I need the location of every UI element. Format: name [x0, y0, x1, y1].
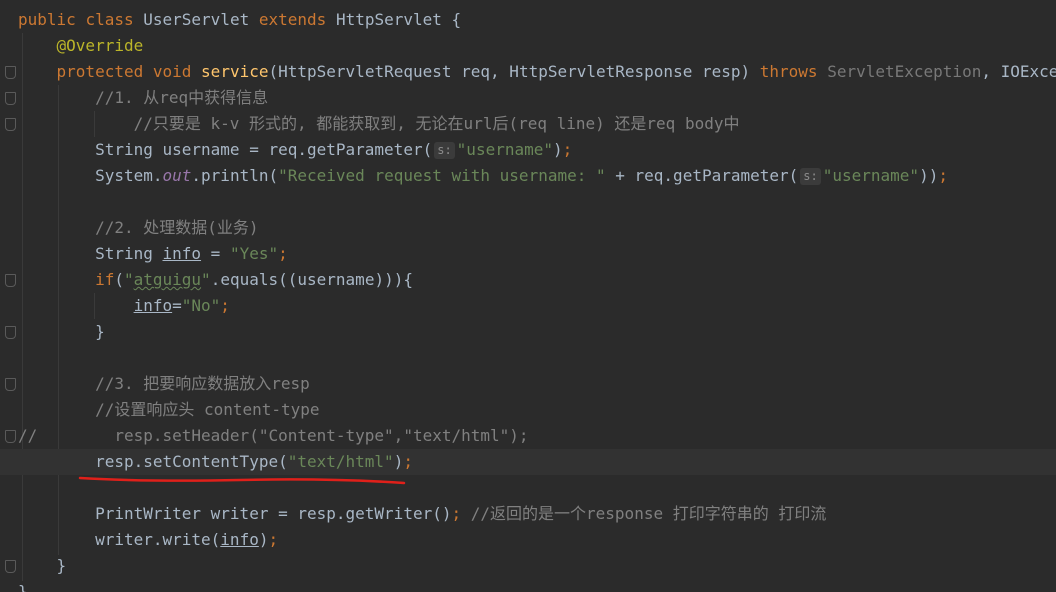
code-line[interactable]: PrintWriter writer = resp.getWriter(); /… [0, 501, 1056, 527]
code-editor[interactable]: public class UserServlet extends HttpSer… [0, 0, 1056, 592]
code-text: writer.write( [95, 530, 221, 549]
code-line[interactable]: } [0, 579, 1056, 592]
code-text: PrintWriter writer = resp.getWriter() [95, 504, 452, 523]
code-line[interactable]: writer.write(info); [0, 527, 1056, 553]
brace: } [18, 582, 28, 592]
semicolon: ; [268, 530, 279, 549]
code-line[interactable]: } [0, 553, 1056, 579]
fold-marker-icon[interactable] [5, 560, 16, 573]
brace: } [56, 556, 67, 575]
semicolon: ; [451, 504, 462, 523]
variable-info: info [220, 530, 259, 549]
comment: //返回的是一个response 打印字符串的 打印流 [461, 504, 827, 523]
